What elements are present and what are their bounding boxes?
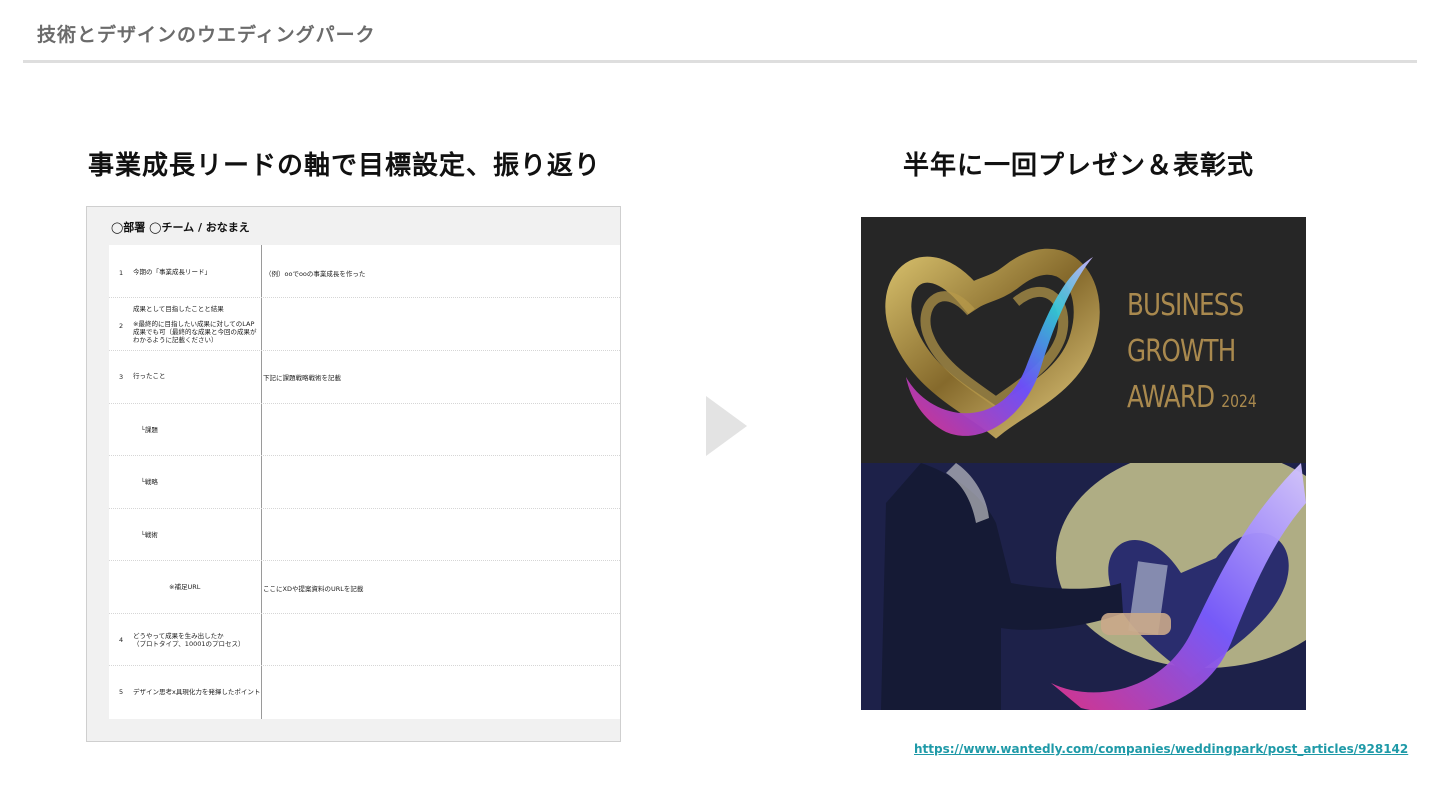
- row-label-note: ※最終的に目指したい成果に対してのLAP: [133, 320, 255, 328]
- table-row: 3 行ったこと 下記に課題戦略戦術を記載: [109, 351, 620, 404]
- table-row: 4 どうやって成果を生み出したか （プロトタイプ、10001のプロセス）: [109, 614, 620, 666]
- row-label-note: わかるように記載ください）: [133, 336, 218, 344]
- sheet-table: 1 今期の「事業成長リード」 （例）ooでooの事業成長を作った 2 成果として…: [109, 245, 620, 719]
- table-row: └課題: [109, 404, 620, 456]
- row-label: 今期の「事業成長リード」: [133, 268, 211, 276]
- play-arrow-icon: [706, 396, 747, 456]
- row-value: 下記に課題戦略戦術を記載: [263, 374, 341, 382]
- ceremony-photo-art: [861, 448, 1306, 710]
- header-divider: [23, 60, 1417, 63]
- row-label-note: 成果でも可（最終的な成果と今回の成果が: [133, 328, 257, 336]
- row-label: デザイン思考x具現化力を発揮したポイント: [133, 688, 261, 696]
- row-label: └課題: [141, 426, 158, 434]
- page-header-title: 技術とデザインのウエディングパーク: [37, 24, 376, 46]
- row-label: ※補足URL: [169, 583, 201, 591]
- row-number: 4: [119, 636, 124, 644]
- row-value: ここにXDや提案資料のURLを記載: [263, 585, 364, 593]
- table-row: └戦術: [109, 509, 620, 561]
- row-label: どうやって成果を生み出したか: [133, 632, 224, 640]
- sheet-title: ◯部署 ◯チーム / おなまえ: [111, 221, 250, 234]
- row-number: 3: [119, 373, 124, 381]
- row-label: └戦術: [141, 531, 158, 539]
- row-label: └戦略: [141, 478, 158, 486]
- right-section-heading: 半年に一回プレゼン＆表彰式: [903, 151, 1255, 181]
- award-photo: BUSINESS GROWTH AWARD 2024: [861, 217, 1306, 710]
- table-row: └戦略: [109, 456, 620, 509]
- row-number: 2: [119, 322, 124, 330]
- row-label: 成果として目指したことと結果: [133, 305, 224, 313]
- source-link[interactable]: https://www.wantedly.com/companies/weddi…: [914, 742, 1408, 756]
- row-value: （例）ooでooの事業成長を作った: [265, 270, 366, 278]
- table-row: ※補足URL ここにXDや提案資料のURLを記載: [109, 561, 620, 614]
- award-year: 2024: [1221, 392, 1257, 412]
- row-label-note: （プロトタイプ、10001のプロセス）: [133, 640, 245, 648]
- row-number: 1: [119, 269, 124, 277]
- award-ceremony-panel: [861, 448, 1306, 710]
- award-line: AWARD 2024: [1127, 380, 1257, 415]
- goal-sheet: ◯部署 ◯チーム / おなまえ 1 今期の「事業成長リード」 （例）ooでooの…: [86, 206, 621, 742]
- award-wordmark: BUSINESS GROWTH AWARD 2024: [1127, 283, 1257, 425]
- row-number: 5: [119, 688, 124, 696]
- table-row: 2 成果として目指したことと結果 ※最終的に目指したい成果に対してのLAP 成果…: [109, 298, 620, 351]
- award-line: BUSINESS: [1127, 288, 1244, 323]
- award-line: GROWTH: [1127, 334, 1236, 369]
- table-row: 1 今期の「事業成長リード」 （例）ooでooの事業成長を作った: [109, 245, 620, 298]
- row-label: 行ったこと: [133, 372, 166, 380]
- left-section-heading: 事業成長リードの軸で目標設定、振り返り: [88, 151, 602, 181]
- table-row: 5 デザイン思考x具現化力を発揮したポイント: [109, 666, 620, 719]
